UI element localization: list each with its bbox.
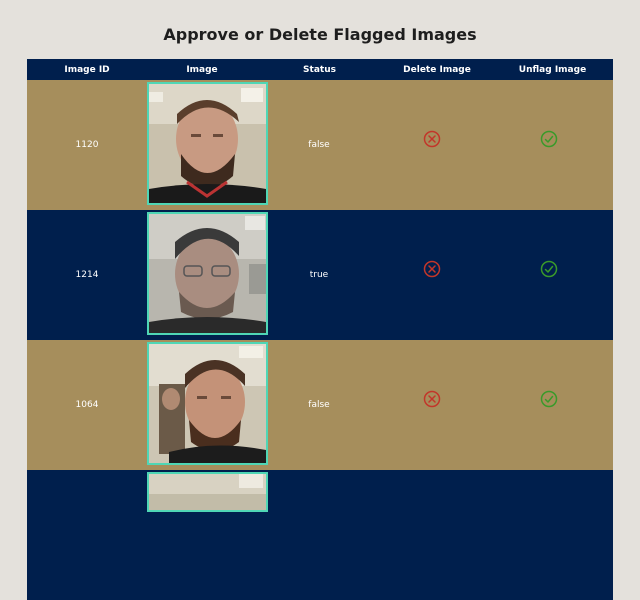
- table-row: 1214 true: [27, 210, 613, 340]
- flagged-photo: [147, 472, 268, 512]
- image-id-cell: 1120: [75, 140, 99, 150]
- delete-image-button[interactable]: [423, 390, 443, 411]
- circle-x-icon: [423, 390, 441, 408]
- table-row: [27, 470, 613, 600]
- flagged-photo: [147, 342, 268, 465]
- delete-image-button[interactable]: [423, 260, 443, 281]
- table-row: 1064 false: [27, 340, 613, 470]
- header-image[interactable]: Image: [147, 65, 257, 75]
- table-row: 1120 false: [27, 80, 613, 210]
- status-cell: false: [308, 140, 330, 150]
- image-id-cell: 1064: [75, 400, 99, 410]
- header-unflag-image[interactable]: Unflag Image: [492, 65, 613, 75]
- status-cell: false: [308, 400, 330, 410]
- circle-check-icon: [540, 260, 558, 278]
- circle-x-icon: [423, 130, 441, 148]
- delete-image-button[interactable]: [423, 130, 443, 151]
- unflag-image-button[interactable]: [540, 390, 560, 411]
- header-image-id[interactable]: Image ID: [27, 65, 147, 75]
- flagged-images-table: Image ID Image Status Delete Image Unfla…: [27, 59, 613, 600]
- circle-x-icon: [423, 260, 441, 278]
- circle-check-icon: [540, 130, 558, 148]
- header-delete-image[interactable]: Delete Image: [382, 65, 492, 75]
- status-cell: true: [309, 270, 329, 280]
- image-id-cell: 1214: [75, 270, 99, 280]
- table-header: Image ID Image Status Delete Image Unfla…: [27, 59, 613, 80]
- page-title: Approve or Delete Flagged Images: [163, 25, 477, 44]
- flagged-photo: [147, 212, 268, 335]
- circle-check-icon: [540, 390, 558, 408]
- unflag-image-button[interactable]: [540, 260, 560, 281]
- header-status[interactable]: Status: [257, 65, 382, 75]
- unflag-image-button[interactable]: [540, 130, 560, 151]
- flagged-photo: [147, 82, 268, 205]
